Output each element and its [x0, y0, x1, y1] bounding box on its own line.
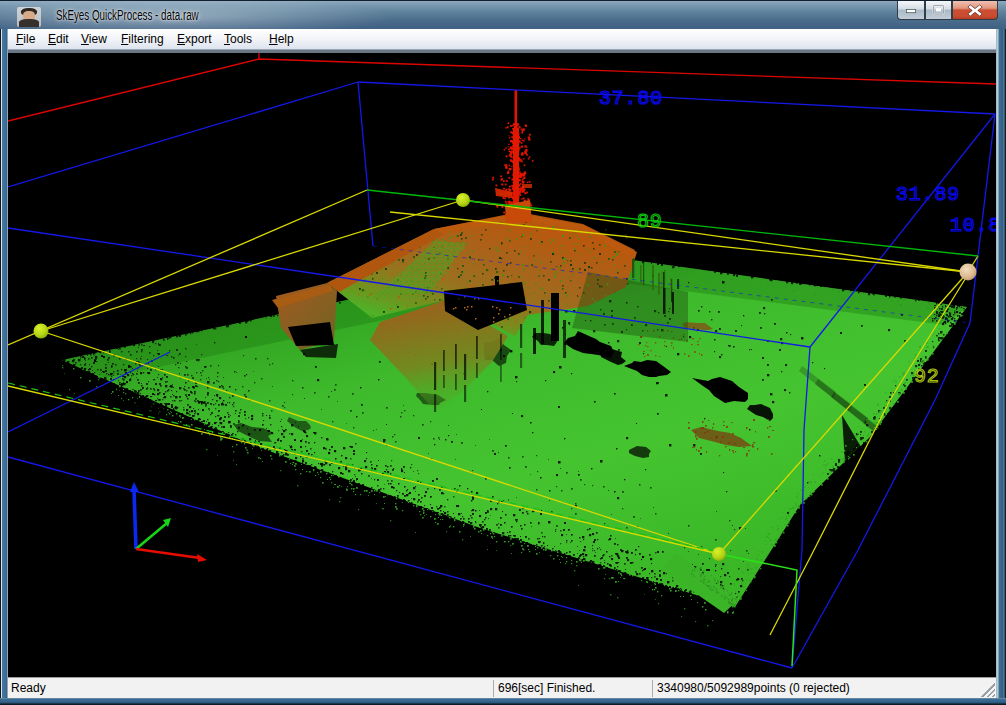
svg-text:31.89: 31.89 [896, 183, 960, 206]
svg-text:37.80: 37.80 [599, 87, 663, 110]
svg-text:10.8: 10.8 [950, 214, 996, 237]
svg-text:92: 92 [914, 365, 940, 388]
svg-text:89: 89 [637, 210, 663, 233]
